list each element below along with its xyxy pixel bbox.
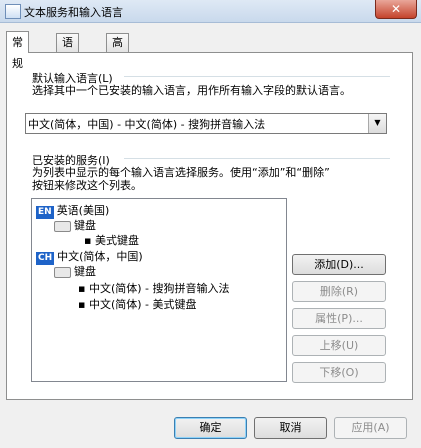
language-name: 英语(美国): [56, 204, 110, 217]
remove-button[interactable]: 删除(R): [292, 281, 386, 302]
tree-node-language[interactable]: CH 中文(简体，中国): [36, 250, 143, 265]
keyboard-label: 键盘: [74, 219, 96, 232]
description-line: 按钮来修改这个列表。: [32, 179, 142, 192]
services-tree[interactable]: EN 英语(美国) 键盘 ▪ 美式键盘 CH 中文(简体，中国) 键盘 ▪ 中文(简…: [31, 198, 287, 382]
tab-general[interactable]: 常规: [6, 31, 29, 70]
window-icon: [5, 4, 21, 19]
tree-node-keyboard[interactable]: 键盘: [54, 265, 96, 279]
bullet-icon: ▪: [78, 298, 89, 311]
properties-button[interactable]: 属性(P)...: [292, 308, 386, 329]
bullet-icon: ▪: [84, 234, 95, 247]
close-button[interactable]: ✕: [375, 0, 417, 19]
default-language-select[interactable]: 中文(简体，中国) - 中文(简体) - 搜狗拼音输入法 ▼: [25, 113, 387, 134]
tree-node-language[interactable]: EN 英语(美国): [36, 204, 110, 219]
window-title: 文本服务和输入语言: [24, 6, 123, 19]
tree-node-service[interactable]: ▪ 中文(简体) - 搜狗拼音输入法: [78, 282, 230, 296]
group-divider: [124, 158, 390, 159]
keyboard-label: 键盘: [74, 265, 96, 278]
language-badge: EN: [36, 206, 54, 219]
chevron-down-icon[interactable]: ▼: [368, 114, 386, 133]
default-language-value: 中文(简体，中国) - 中文(简体) - 搜狗拼音输入法: [28, 118, 266, 131]
keyboard-icon: [54, 266, 71, 278]
description-line: 为列表中显示的每个输入语言选择服务。使用“添加”和“删除”: [32, 166, 330, 179]
cancel-button[interactable]: 取消: [254, 417, 327, 439]
default-language-description: 选择其中一个已安装的输入语言，用作所有输入字段的默认语言。: [32, 84, 351, 97]
tree-node-service[interactable]: ▪ 美式键盘: [84, 234, 139, 248]
tree-node-service[interactable]: ▪ 中文(简体) - 美式键盘: [78, 298, 197, 312]
service-name: 美式键盘: [94, 234, 139, 247]
bullet-icon: ▪: [78, 282, 89, 295]
tab-language-bar[interactable]: 语言栏: [56, 33, 79, 85]
installed-services-description: 为列表中显示的每个输入语言选择服务。使用“添加”和“删除” 按钮来修改这个列表。: [32, 166, 330, 192]
keyboard-icon: [54, 220, 71, 232]
ok-button[interactable]: 确定: [174, 417, 247, 439]
tab-advanced-key-settings[interactable]: 高级键设置: [106, 33, 129, 121]
tree-node-keyboard[interactable]: 键盘: [54, 219, 96, 233]
move-up-button[interactable]: 上移(U): [292, 335, 386, 356]
title-bar: 文本服务和输入语言 ✕: [0, 0, 421, 23]
add-button[interactable]: 添加(D)...: [292, 254, 386, 275]
language-badge: CH: [36, 252, 55, 265]
apply-button[interactable]: 应用(A): [334, 417, 407, 439]
service-name: 中文(简体) - 搜狗拼音输入法: [88, 282, 230, 295]
service-name: 中文(简体) - 美式键盘: [88, 298, 197, 311]
group-divider: [124, 76, 390, 77]
language-name: 中文(简体，中国): [57, 250, 143, 263]
move-down-button[interactable]: 下移(O): [292, 362, 386, 383]
